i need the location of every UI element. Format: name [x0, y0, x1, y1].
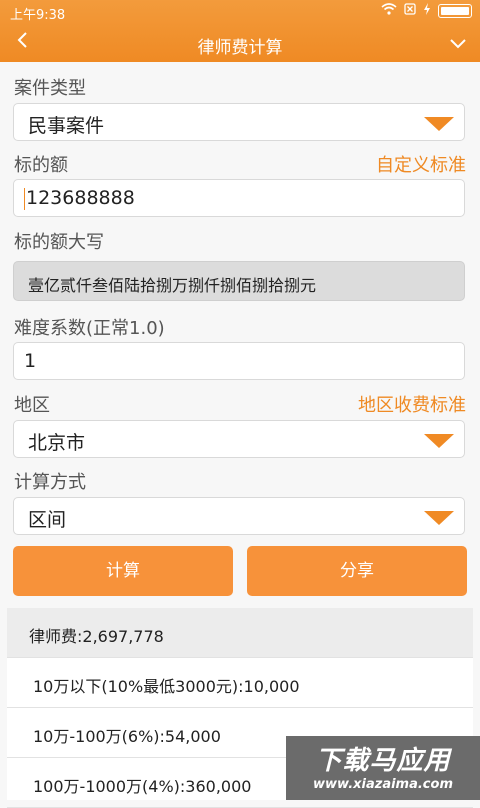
result-total-row: 律师费:2,697,778: [7, 608, 473, 658]
amount-label: 标的额: [14, 155, 68, 176]
result-row-text: 100万-1000万(4%):360,000: [33, 777, 252, 796]
region-select[interactable]: 北京市: [13, 420, 465, 458]
dropdown-arrow-icon: [424, 117, 454, 131]
region-value: 北京市: [28, 432, 86, 454]
region-label: 地区: [14, 395, 50, 416]
calculate-button[interactable]: 计算: [13, 546, 233, 596]
share-button[interactable]: 分享: [247, 546, 467, 596]
difficulty-value: 1: [24, 350, 37, 372]
text-cursor: [24, 188, 25, 210]
top-bar: 上午9:38 律师费计算: [0, 0, 480, 62]
wifi-icon: [381, 3, 397, 19]
sim-icon: [404, 3, 416, 19]
case-type-label: 案件类型: [14, 78, 86, 99]
page-title: 律师费计算: [197, 38, 283, 58]
amount-upper-label: 标的额大写: [14, 232, 104, 253]
method-label: 计算方式: [14, 472, 86, 493]
amount-value: 123688888: [26, 187, 135, 209]
difficulty-label: 难度系数(正常1.0): [14, 318, 165, 339]
custom-standard-link[interactable]: 自定义标准: [376, 151, 466, 177]
region-fee-standard-link[interactable]: 地区收费标准: [358, 391, 466, 417]
result-row-text: 10万-100万(6%):54,000: [33, 727, 221, 746]
case-type-value: 民事案件: [28, 115, 105, 137]
title-bar: 律师费计算: [0, 24, 480, 62]
dropdown-arrow-icon: [424, 434, 454, 448]
amount-upper-value: 壹亿贰仟叁佰陆拾捌万捌仟捌佰捌拾捌元: [28, 276, 317, 295]
watermark-logo: 下载马应用 www.xiazaima.com: [286, 736, 480, 800]
chevron-down-icon[interactable]: [446, 30, 470, 54]
result-row: 10万以下(10%最低3000元):10,000: [7, 658, 473, 708]
case-type-select[interactable]: 民事案件: [13, 103, 465, 141]
dropdown-arrow-icon: [424, 511, 454, 525]
method-select[interactable]: 区间: [13, 497, 465, 535]
watermark-title: 下载马应用: [315, 746, 451, 776]
watermark-url: www.xiazaima.com: [313, 777, 453, 792]
method-value: 区间: [28, 509, 67, 531]
status-time: 上午9:38: [10, 8, 66, 23]
amount-upper-field: 壹亿贰仟叁佰陆拾捌万捌仟捌佰捌拾捌元: [13, 261, 465, 301]
result-total: 律师费:2,697,778: [29, 627, 164, 646]
status-bar: 上午9:38: [0, 0, 480, 24]
status-icons: [381, 3, 472, 19]
amount-input[interactable]: 123688888: [13, 179, 465, 217]
battery-icon: [438, 4, 472, 18]
difficulty-input[interactable]: 1: [13, 342, 465, 380]
result-row-text: 10万以下(10%最低3000元):10,000: [33, 677, 300, 696]
charging-icon: [423, 3, 431, 19]
